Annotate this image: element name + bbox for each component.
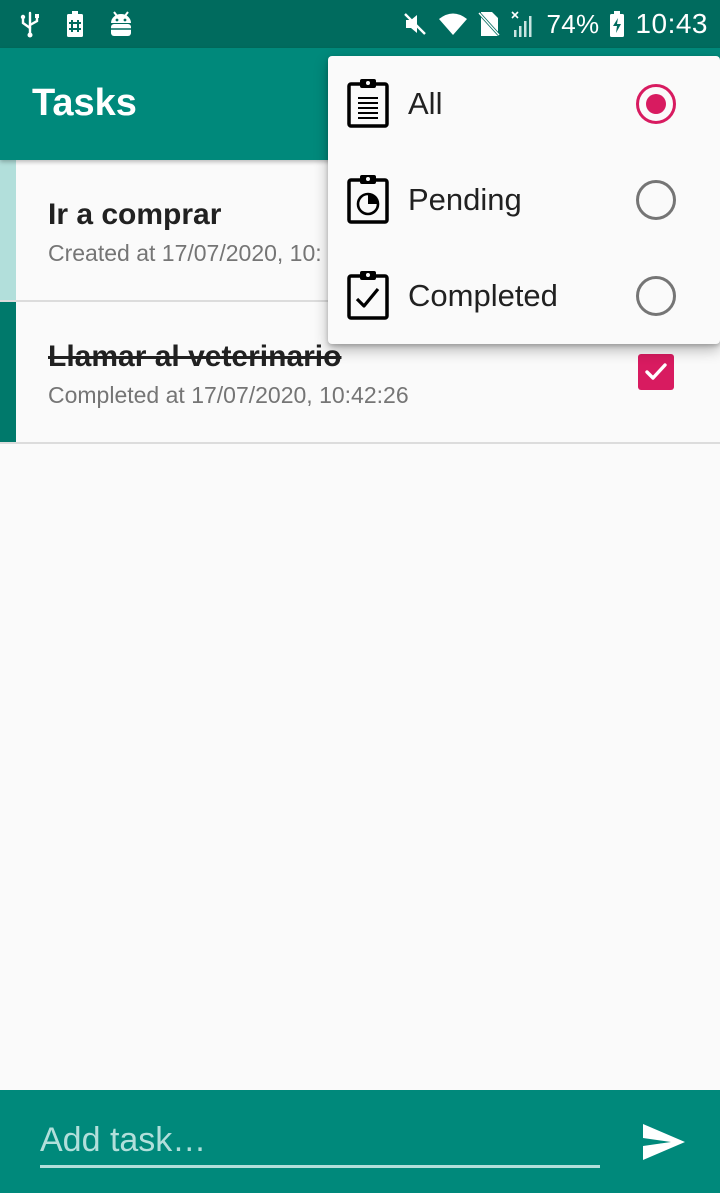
task-timestamp: Created at 17/07/2020, 10: bbox=[48, 240, 322, 266]
checkmark-icon bbox=[645, 363, 667, 380]
page-title: Tasks bbox=[32, 82, 137, 124]
status-left-icons bbox=[18, 10, 158, 38]
add-task-input[interactable] bbox=[40, 1116, 600, 1168]
clipboard-pending-icon bbox=[346, 174, 390, 229]
battery-charging-icon bbox=[609, 10, 625, 38]
filter-option-all[interactable]: All bbox=[328, 56, 720, 152]
usb-icon bbox=[18, 10, 42, 38]
radio-unselected[interactable] bbox=[636, 180, 676, 220]
android-debug-icon bbox=[108, 10, 134, 38]
send-button[interactable] bbox=[640, 1120, 688, 1164]
signal-icon bbox=[510, 10, 536, 38]
task-completed-checkbox[interactable] bbox=[638, 354, 674, 390]
filter-option-pending[interactable]: Pending bbox=[328, 152, 720, 248]
wifi-icon bbox=[438, 12, 468, 36]
mute-icon bbox=[402, 11, 428, 37]
add-task-bar bbox=[0, 1090, 720, 1193]
clipboard-check-icon bbox=[346, 270, 390, 325]
status-right-icons: 74% 10:43 bbox=[392, 8, 708, 40]
filter-menu: All Pending Completed bbox=[328, 56, 720, 344]
menu-label: Completed bbox=[408, 278, 558, 313]
battery-saver-icon bbox=[66, 10, 84, 38]
status-bar: 74% 10:43 bbox=[0, 0, 720, 48]
clipboard-list-icon bbox=[346, 78, 390, 133]
radio-unselected[interactable] bbox=[636, 276, 676, 316]
task-title: Ir a comprar bbox=[48, 198, 222, 231]
task-timestamp: Completed at 17/07/2020, 10:42:26 bbox=[48, 382, 409, 408]
send-icon bbox=[643, 1124, 685, 1160]
radio-selected[interactable] bbox=[636, 84, 676, 124]
battery-percent: 74% bbox=[546, 8, 600, 39]
menu-label: All bbox=[408, 86, 443, 121]
task-title: Llamar al veterinario bbox=[48, 340, 342, 373]
pending-status-stripe bbox=[0, 160, 16, 300]
completed-status-stripe bbox=[0, 302, 16, 442]
menu-label: Pending bbox=[408, 182, 522, 217]
no-sim-icon bbox=[478, 11, 501, 37]
clock: 10:43 bbox=[635, 8, 708, 39]
filter-option-completed[interactable]: Completed bbox=[328, 248, 720, 344]
